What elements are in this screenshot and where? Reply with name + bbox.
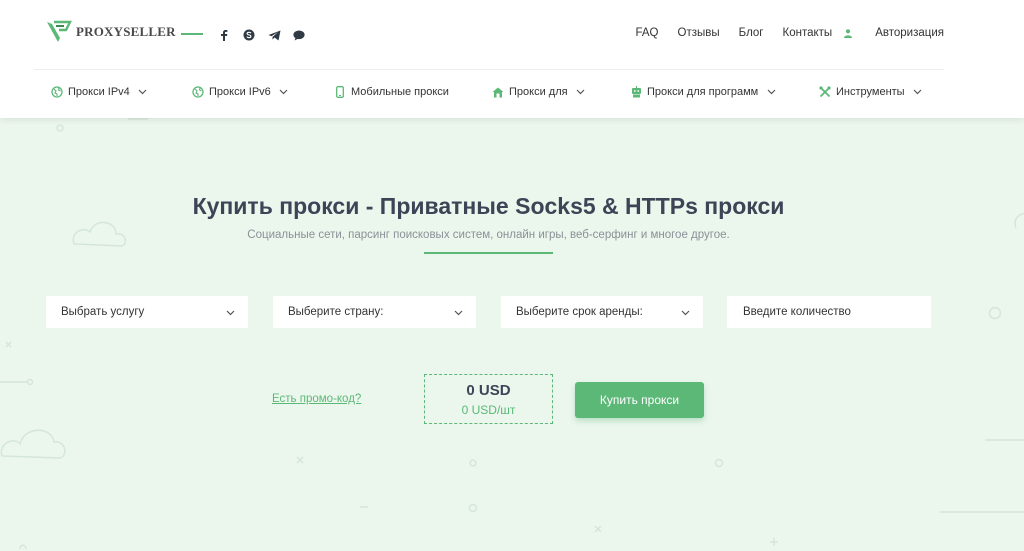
page-subtitle: Социальные сети, парсинг поисковых систе… <box>247 229 730 241</box>
chevron-down-icon <box>576 87 586 97</box>
title-underline <box>424 252 553 254</box>
hero-section: Купить прокси - Приватные Socks5 & HTTPs… <box>0 118 1024 551</box>
phone-icon <box>334 86 346 98</box>
robot-icon <box>630 86 642 98</box>
nav-item-label: Прокси для программ <box>647 86 759 98</box>
nav-item-proxy-for[interactable]: Прокси для <box>492 86 586 98</box>
chevron-down-icon <box>681 307 691 317</box>
chevron-down-icon <box>766 87 776 97</box>
total-price: 0 USD <box>466 382 511 399</box>
nav-item-ipv4[interactable]: Прокси IPv4 <box>51 86 148 98</box>
brand-name: PROXYSELLER <box>76 24 176 39</box>
service-select[interactable]: Выбрать услугу <box>46 296 248 328</box>
auth-link[interactable]: Авторизация <box>844 27 944 39</box>
top-bar: PROXYSELLER FAQ Отзывы Блог Контакты Авт… <box>34 0 944 70</box>
period-select-value: Выберите срок аренды: <box>516 306 643 318</box>
chevron-down-icon <box>138 87 148 97</box>
main-nav: Прокси IPv4 Прокси IPv6 Мобильные прокси… <box>0 72 1024 116</box>
buy-proxy-button[interactable]: Купить прокси <box>575 382 704 418</box>
globe-icon <box>192 86 204 98</box>
nav-item-tools[interactable]: Инструменты <box>819 86 923 98</box>
blog-link[interactable]: Блог <box>739 27 764 39</box>
faq-link[interactable]: FAQ <box>636 27 659 39</box>
nav-item-ipv6[interactable]: Прокси IPv6 <box>192 86 289 98</box>
page-title: Купить прокси - Приватные Socks5 & HTTPs… <box>192 193 785 219</box>
globe-icon <box>51 86 63 98</box>
chevron-down-icon <box>913 87 923 97</box>
auth-label: Авторизация <box>875 27 944 39</box>
user-icon <box>844 28 853 38</box>
header-divider <box>181 33 203 35</box>
logo-mark-icon <box>47 20 72 42</box>
telegram-icon[interactable] <box>267 28 281 42</box>
tools-icon <box>819 86 831 98</box>
period-select[interactable]: Выберите срок аренды: <box>501 296 703 328</box>
price-summary: 0 USD 0 USD/шт <box>424 374 553 424</box>
site-header: PROXYSELLER FAQ Отзывы Блог Контакты Авт… <box>0 0 1024 118</box>
chevron-down-icon <box>226 307 236 317</box>
tent-icon <box>492 86 504 98</box>
nav-item-label: Мобильные прокси <box>351 86 449 98</box>
chevron-down-icon <box>279 87 289 97</box>
chat-icon[interactable] <box>292 28 306 42</box>
service-select-value: Выбрать услугу <box>61 306 145 318</box>
unit-price: 0 USD/шт <box>461 403 516 417</box>
nav-item-label: Инструменты <box>836 86 905 98</box>
skype-icon[interactable] <box>242 28 256 42</box>
nav-item-software[interactable]: Прокси для программ <box>630 86 776 98</box>
country-select[interactable]: Выберите страну: <box>273 296 476 328</box>
country-select-value: Выберите страну: <box>288 306 384 318</box>
social-links <box>217 28 306 42</box>
nav-item-label: Прокси IPv6 <box>209 86 271 98</box>
reviews-link[interactable]: Отзывы <box>678 27 720 39</box>
nav-item-mobile[interactable]: Мобильные прокси <box>334 86 449 98</box>
nav-item-label: Прокси для <box>509 86 568 98</box>
logo[interactable]: PROXYSELLER <box>46 20 176 44</box>
contacts-link[interactable]: Контакты <box>783 27 833 39</box>
promo-code-link[interactable]: Есть промо-код? <box>272 393 361 405</box>
quantity-input[interactable] <box>727 296 931 328</box>
nav-item-label: Прокси IPv4 <box>68 86 130 98</box>
background-decoration <box>0 118 1024 550</box>
chevron-down-icon <box>454 307 464 317</box>
facebook-icon[interactable] <box>217 28 231 42</box>
top-nav: FAQ Отзывы Блог Контакты Авторизация <box>617 27 945 39</box>
